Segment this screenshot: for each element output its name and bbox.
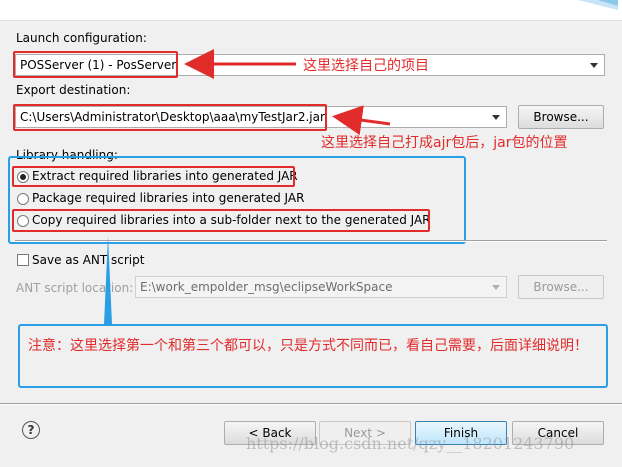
annotation-note-arrow (104, 236, 112, 324)
next-button[interactable]: Next > (319, 421, 411, 445)
help-icon[interactable]: ? (22, 421, 40, 439)
annotation-arrows (104, 49, 391, 324)
cancel-button[interactable]: Cancel (512, 421, 604, 445)
annotation-export-arrow (332, 105, 391, 136)
footer-separator (0, 403, 622, 405)
finish-button[interactable]: Finish (415, 421, 507, 445)
back-button[interactable]: < Back (224, 421, 316, 445)
